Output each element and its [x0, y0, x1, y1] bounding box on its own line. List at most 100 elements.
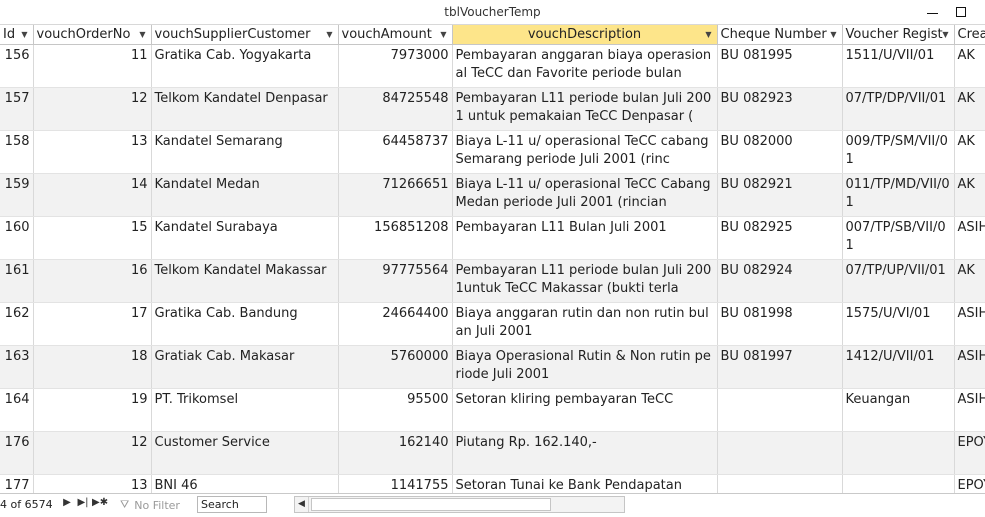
cell-supplier[interactable]: Gratika Cab. Bandung	[151, 302, 339, 346]
cell-description[interactable]: Setoran Tunai ke Bank Pendapatan	[452, 474, 718, 493]
cell-supplier[interactable]: Kandatel Medan	[151, 173, 339, 217]
cell-created[interactable]: AK	[954, 173, 985, 217]
column-header-created[interactable]: Crea	[954, 25, 985, 45]
cell-order-no[interactable]: 17	[33, 302, 152, 346]
cell-id[interactable]: 164	[0, 388, 34, 432]
last-record-button[interactable]: ▶|	[76, 497, 90, 508]
cell-cheque-number[interactable]: BU 082925	[717, 216, 843, 260]
cell-voucher-regist[interactable]: 1575/U/VI/01	[842, 302, 955, 346]
table-row[interactable]: 159 14 Kandatel Medan 71266651 Biaya L-1…	[0, 173, 985, 217]
cell-amount[interactable]: 95500	[338, 388, 453, 432]
cell-description[interactable]: Pembayaran L11 periode bulan Juli 2001un…	[452, 259, 718, 303]
table-row[interactable]: 176 12 Customer Service 162140 Piutang R…	[0, 431, 985, 475]
no-filter-button[interactable]: ⛛ No Filter	[120, 498, 180, 512]
cell-id[interactable]: 157	[0, 87, 34, 131]
cell-amount[interactable]: 5760000	[338, 345, 453, 389]
cell-cheque-number[interactable]	[717, 431, 843, 475]
cell-created[interactable]: AK	[954, 130, 985, 174]
cell-created[interactable]: AK	[954, 44, 985, 88]
filter-dropdown-icon[interactable]: ▼	[440, 30, 446, 39]
cell-order-no[interactable]: 12	[33, 431, 152, 475]
scrollbar-thumb[interactable]	[311, 498, 551, 511]
cell-voucher-regist[interactable]: 007/TP/SB/VII/01	[842, 216, 955, 260]
cell-amount[interactable]: 156851208	[338, 216, 453, 260]
column-header-voucher-regist[interactable]: Voucher Regist ▼	[842, 25, 955, 45]
filter-dropdown-icon[interactable]: ▼	[942, 30, 948, 39]
cell-voucher-regist[interactable]: 1412/U/VII/01	[842, 345, 955, 389]
table-row[interactable]: 161 16 Telkom Kandatel Makassar 97775564…	[0, 259, 985, 303]
cell-description[interactable]: Biaya Operasional Rutin & Non rutin peri…	[452, 345, 718, 389]
cell-order-no[interactable]: 13	[33, 130, 152, 174]
cell-created[interactable]: ASIH	[954, 345, 985, 389]
cell-description[interactable]: Setoran kliring pembayaran TeCC	[452, 388, 718, 432]
cell-cheque-number[interactable]: BU 082000	[717, 130, 843, 174]
minimize-button[interactable]	[921, 3, 943, 21]
table-row[interactable]: 158 13 Kandatel Semarang 64458737 Biaya …	[0, 130, 985, 174]
cell-id[interactable]: 160	[0, 216, 34, 260]
next-record-button[interactable]: ▶	[60, 497, 74, 508]
cell-cheque-number[interactable]: BU 081995	[717, 44, 843, 88]
cell-amount[interactable]: 24664400	[338, 302, 453, 346]
cell-description[interactable]: Biaya L-11 u/ operasional TeCC Cabang Me…	[452, 173, 718, 217]
cell-supplier[interactable]: PT. Trikomsel	[151, 388, 339, 432]
table-row[interactable]: 163 18 Gratiak Cab. Makasar 5760000 Biay…	[0, 345, 985, 389]
filter-dropdown-icon[interactable]: ▼	[830, 30, 836, 39]
table-row[interactable]: 160 15 Kandatel Surabaya 156851208 Pemba…	[0, 216, 985, 260]
datasheet-grid[interactable]: Id ▼ vouchOrderNo ▼ vouchSupplierCustomer ▼…	[0, 25, 985, 493]
cell-cheque-number[interactable]: BU 081998	[717, 302, 843, 346]
cell-created[interactable]: AK	[954, 259, 985, 303]
table-row[interactable]: 156 11 Gratika Cab. Yogyakarta 7973000 P…	[0, 44, 985, 88]
cell-order-no[interactable]: 12	[33, 87, 152, 131]
cell-order-no[interactable]: 11	[33, 44, 152, 88]
cell-cheque-number[interactable]: BU 082923	[717, 87, 843, 131]
column-header-vouchsuppliercustomer[interactable]: vouchSupplierCustomer ▼	[151, 25, 339, 45]
column-header-id[interactable]: Id ▼	[0, 25, 34, 45]
cell-supplier[interactable]: Kandatel Surabaya	[151, 216, 339, 260]
cell-id[interactable]: 163	[0, 345, 34, 389]
cell-cheque-number[interactable]	[717, 474, 843, 493]
cell-description[interactable]: Pembayaran anggaran biaya operasional Te…	[452, 44, 718, 88]
cell-supplier[interactable]: Gratika Cab. Yogyakarta	[151, 44, 339, 88]
cell-amount[interactable]: 1141755	[338, 474, 453, 493]
horizontal-scrollbar[interactable]: ◀	[294, 496, 625, 513]
new-record-button[interactable]: ▶✱	[92, 497, 108, 508]
cell-voucher-regist[interactable]: 1511/U/VII/01	[842, 44, 955, 88]
column-header-vouchamount[interactable]: vouchAmount ▼	[338, 25, 453, 45]
column-header-vouchorderno[interactable]: vouchOrderNo ▼	[33, 25, 152, 45]
cell-cheque-number[interactable]: BU 082924	[717, 259, 843, 303]
cell-order-no[interactable]: 16	[33, 259, 152, 303]
cell-amount[interactable]: 71266651	[338, 173, 453, 217]
cell-cheque-number[interactable]	[717, 388, 843, 432]
cell-description[interactable]: Biaya anggaran rutin dan non rutin bulan…	[452, 302, 718, 346]
table-row[interactable]: 164 19 PT. Trikomsel 95500 Setoran kliri…	[0, 388, 985, 432]
cell-created[interactable]: EPOY	[954, 474, 985, 493]
cell-voucher-regist[interactable]: Keuangan	[842, 388, 955, 432]
cell-voucher-regist[interactable]	[842, 431, 955, 475]
cell-id[interactable]: 176	[0, 431, 34, 475]
cell-id[interactable]: 177	[0, 474, 34, 493]
filter-dropdown-icon[interactable]: ▼	[139, 30, 145, 39]
cell-description[interactable]: Piutang Rp. 162.140,-	[452, 431, 718, 475]
cell-supplier[interactable]: Telkom Kandatel Makassar	[151, 259, 339, 303]
cell-supplier[interactable]: Customer Service	[151, 431, 339, 475]
cell-voucher-regist[interactable]: 07/TP/UP/VII/01	[842, 259, 955, 303]
cell-created[interactable]: AK	[954, 87, 985, 131]
record-position[interactable]: 4 of 6574	[0, 498, 53, 511]
filter-dropdown-icon[interactable]: ▼	[705, 30, 711, 39]
cell-id[interactable]: 156	[0, 44, 34, 88]
cell-supplier[interactable]: BNI 46	[151, 474, 339, 493]
cell-amount[interactable]: 97775564	[338, 259, 453, 303]
cell-supplier[interactable]: Telkom Kandatel Denpasar	[151, 87, 339, 131]
cell-order-no[interactable]: 18	[33, 345, 152, 389]
cell-amount[interactable]: 162140	[338, 431, 453, 475]
cell-order-no[interactable]: 19	[33, 388, 152, 432]
cell-description[interactable]: Pembayaran L11 Bulan Juli 2001	[452, 216, 718, 260]
cell-voucher-regist[interactable]: 011/TP/MD/VII/01	[842, 173, 955, 217]
filter-dropdown-icon[interactable]: ▼	[21, 30, 27, 39]
cell-voucher-regist[interactable]	[842, 474, 955, 493]
column-header-cheque-number[interactable]: Cheque Number ▼	[717, 25, 843, 45]
cell-id[interactable]: 158	[0, 130, 34, 174]
column-header-vouchdescription[interactable]: vouchDescription ▼	[452, 25, 718, 45]
cell-amount[interactable]: 84725548	[338, 87, 453, 131]
cell-created[interactable]: ASIH	[954, 388, 985, 432]
